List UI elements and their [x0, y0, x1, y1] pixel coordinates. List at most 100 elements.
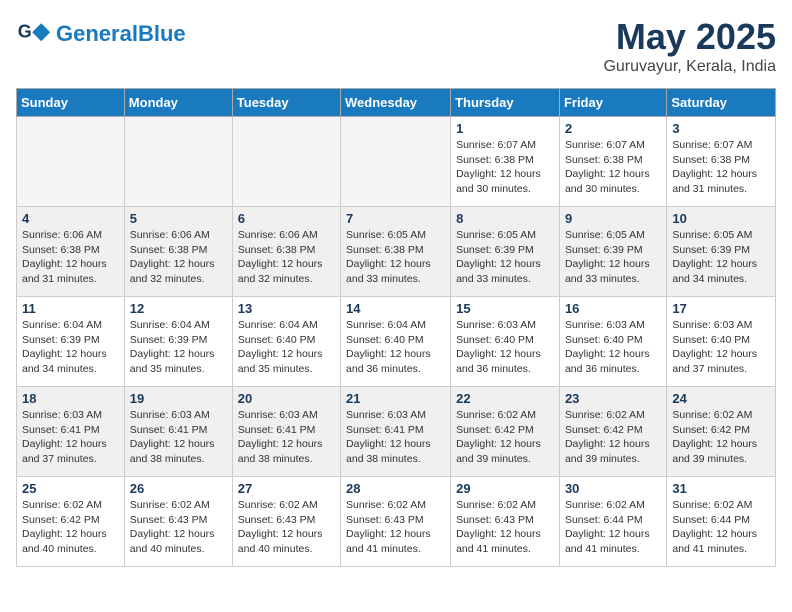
calendar-cell: 11Sunrise: 6:04 AM Sunset: 6:39 PM Dayli…	[17, 297, 125, 387]
day-number: 31	[672, 481, 770, 496]
column-header-thursday: Thursday	[451, 89, 560, 117]
cell-info: Sunrise: 6:06 AM Sunset: 6:38 PM Dayligh…	[238, 228, 335, 287]
calendar-cell: 16 Sunrise: 6:03 AM Sunset: 6:40 PM Dayli…	[559, 297, 666, 387]
calendar-cell	[17, 117, 125, 207]
cell-info: Sunrise: 6:02 AM Sunset: 6:42 PM Dayligh…	[22, 498, 119, 557]
day-number: 17	[672, 301, 770, 316]
calendar-cell: 23Sunrise: 6:02 AM Sunset: 6:42 PM Dayli…	[559, 387, 666, 477]
calendar-cell: 28 Sunrise: 6:02 AM Sunset: 6:43 PM Dayli…	[341, 477, 451, 567]
day-number: 19	[130, 391, 227, 406]
cell-info: Sunrise: 6:06 AM Sunset: 6:38 PM Dayligh…	[22, 228, 119, 287]
calendar-cell: 5 Sunrise: 6:06 AM Sunset: 6:38 PM Daylig…	[124, 207, 232, 297]
day-number: 14	[346, 301, 445, 316]
cell-info: Sunrise: 6:07 AM Sunset: 6:38 PM Dayligh…	[565, 138, 661, 197]
day-number: 1	[456, 121, 554, 136]
day-number: 4	[22, 211, 119, 226]
logo: G GeneralBlue	[16, 16, 186, 52]
day-number: 6	[238, 211, 335, 226]
day-number: 30	[565, 481, 661, 496]
logo-icon: G	[16, 16, 52, 52]
column-header-monday: Monday	[124, 89, 232, 117]
day-number: 12	[130, 301, 227, 316]
day-number: 2	[565, 121, 661, 136]
calendar-cell: 24 Sunrise: 6:02 AM Sunset: 6:42 PM Dayli…	[667, 387, 776, 477]
calendar-week-row: 11Sunrise: 6:04 AM Sunset: 6:39 PM Dayli…	[17, 297, 776, 387]
column-header-friday: Friday	[559, 89, 666, 117]
calendar-week-row: 1 Sunrise: 6:07 AM Sunset: 6:38 PM Daylig…	[17, 117, 776, 207]
calendar-cell: 21 Sunrise: 6:03 AM Sunset: 6:41 PM Dayli…	[341, 387, 451, 477]
cell-info: Sunrise: 6:04 AM Sunset: 6:39 PM Dayligh…	[130, 318, 227, 377]
day-number: 27	[238, 481, 335, 496]
cell-info: Sunrise: 6:02 AM Sunset: 6:44 PM Dayligh…	[565, 498, 661, 557]
month-title: May 2025	[603, 16, 776, 58]
calendar-cell: 25Sunrise: 6:02 AM Sunset: 6:42 PM Dayli…	[17, 477, 125, 567]
cell-info: Sunrise: 6:05 AM Sunset: 6:39 PM Dayligh…	[672, 228, 770, 287]
column-header-tuesday: Tuesday	[232, 89, 340, 117]
day-number: 3	[672, 121, 770, 136]
day-number: 28	[346, 481, 445, 496]
cell-info: Sunrise: 6:02 AM Sunset: 6:43 PM Dayligh…	[346, 498, 445, 557]
calendar-header-row: SundayMondayTuesdayWednesdayThursdayFrid…	[17, 89, 776, 117]
calendar-cell	[124, 117, 232, 207]
calendar-cell: 26 Sunrise: 6:02 AM Sunset: 6:43 PM Dayli…	[124, 477, 232, 567]
cell-info: Sunrise: 6:02 AM Sunset: 6:43 PM Dayligh…	[130, 498, 227, 557]
cell-info: Sunrise: 6:05 AM Sunset: 6:39 PM Dayligh…	[565, 228, 661, 287]
calendar-cell	[341, 117, 451, 207]
calendar-cell: 3 Sunrise: 6:07 AM Sunset: 6:38 PM Daylig…	[667, 117, 776, 207]
calendar-week-row: 25Sunrise: 6:02 AM Sunset: 6:42 PM Dayli…	[17, 477, 776, 567]
cell-info: Sunrise: 6:02 AM Sunset: 6:43 PM Dayligh…	[456, 498, 554, 557]
cell-info: Sunrise: 6:02 AM Sunset: 6:42 PM Dayligh…	[672, 408, 770, 467]
day-number: 22	[456, 391, 554, 406]
cell-info: Sunrise: 6:04 AM Sunset: 6:40 PM Dayligh…	[238, 318, 335, 377]
calendar-cell: 18 Sunrise: 6:03 AM Sunset: 6:41 PM Dayli…	[17, 387, 125, 477]
column-header-wednesday: Wednesday	[341, 89, 451, 117]
calendar-cell: 12 Sunrise: 6:04 AM Sunset: 6:39 PM Dayli…	[124, 297, 232, 387]
day-number: 18	[22, 391, 119, 406]
calendar-cell: 29Sunrise: 6:02 AM Sunset: 6:43 PM Dayli…	[451, 477, 560, 567]
day-number: 8	[456, 211, 554, 226]
calendar-cell: 15Sunrise: 6:03 AM Sunset: 6:40 PM Dayli…	[451, 297, 560, 387]
calendar-cell: 8 Sunrise: 6:05 AM Sunset: 6:39 PM Daylig…	[451, 207, 560, 297]
title-block: May 2025 Guruvayur, Kerala, India	[603, 16, 776, 76]
day-number: 26	[130, 481, 227, 496]
cell-info: Sunrise: 6:02 AM Sunset: 6:44 PM Dayligh…	[672, 498, 770, 557]
day-number: 20	[238, 391, 335, 406]
cell-info: Sunrise: 6:04 AM Sunset: 6:39 PM Dayligh…	[22, 318, 119, 377]
cell-info: Sunrise: 6:03 AM Sunset: 6:41 PM Dayligh…	[22, 408, 119, 467]
day-number: 24	[672, 391, 770, 406]
calendar-cell: 31 Sunrise: 6:02 AM Sunset: 6:44 PM Dayli…	[667, 477, 776, 567]
cell-info: Sunrise: 6:02 AM Sunset: 6:42 PM Dayligh…	[456, 408, 554, 467]
calendar-cell: 13Sunrise: 6:04 AM Sunset: 6:40 PM Dayli…	[232, 297, 340, 387]
day-number: 7	[346, 211, 445, 226]
calendar-cell	[232, 117, 340, 207]
calendar-cell: 1 Sunrise: 6:07 AM Sunset: 6:38 PM Daylig…	[451, 117, 560, 207]
cell-info: Sunrise: 6:06 AM Sunset: 6:38 PM Dayligh…	[130, 228, 227, 287]
day-number: 5	[130, 211, 227, 226]
calendar-cell: 2 Sunrise: 6:07 AM Sunset: 6:38 PM Daylig…	[559, 117, 666, 207]
cell-info: Sunrise: 6:05 AM Sunset: 6:39 PM Dayligh…	[456, 228, 554, 287]
cell-info: Sunrise: 6:03 AM Sunset: 6:41 PM Dayligh…	[238, 408, 335, 467]
day-number: 16	[565, 301, 661, 316]
calendar-cell: 4 Sunrise: 6:06 AM Sunset: 6:38 PM Daylig…	[17, 207, 125, 297]
column-header-sunday: Sunday	[17, 89, 125, 117]
cell-info: Sunrise: 6:03 AM Sunset: 6:40 PM Dayligh…	[565, 318, 661, 377]
calendar-cell: 10Sunrise: 6:05 AM Sunset: 6:39 PM Dayli…	[667, 207, 776, 297]
cell-info: Sunrise: 6:04 AM Sunset: 6:40 PM Dayligh…	[346, 318, 445, 377]
cell-info: Sunrise: 6:07 AM Sunset: 6:38 PM Dayligh…	[456, 138, 554, 197]
page-header: G GeneralBlue May 2025 Guruvayur, Kerala…	[16, 16, 776, 76]
calendar-cell: 22 Sunrise: 6:02 AM Sunset: 6:42 PM Dayli…	[451, 387, 560, 477]
logo-text-line1: GeneralBlue	[56, 22, 186, 46]
calendar-cell: 7Sunrise: 6:05 AM Sunset: 6:38 PM Daylig…	[341, 207, 451, 297]
cell-info: Sunrise: 6:03 AM Sunset: 6:41 PM Dayligh…	[130, 408, 227, 467]
cell-info: Sunrise: 6:03 AM Sunset: 6:40 PM Dayligh…	[672, 318, 770, 377]
calendar-cell: 17 Sunrise: 6:03 AM Sunset: 6:40 PM Dayli…	[667, 297, 776, 387]
day-number: 21	[346, 391, 445, 406]
calendar-cell: 27Sunrise: 6:02 AM Sunset: 6:43 PM Dayli…	[232, 477, 340, 567]
location: Guruvayur, Kerala, India	[603, 58, 776, 76]
calendar-cell: 14 Sunrise: 6:04 AM Sunset: 6:40 PM Dayli…	[341, 297, 451, 387]
cell-info: Sunrise: 6:02 AM Sunset: 6:42 PM Dayligh…	[565, 408, 661, 467]
cell-info: Sunrise: 6:03 AM Sunset: 6:41 PM Dayligh…	[346, 408, 445, 467]
column-header-saturday: Saturday	[667, 89, 776, 117]
cell-info: Sunrise: 6:07 AM Sunset: 6:38 PM Dayligh…	[672, 138, 770, 197]
calendar-table: SundayMondayTuesdayWednesdayThursdayFrid…	[16, 88, 776, 567]
